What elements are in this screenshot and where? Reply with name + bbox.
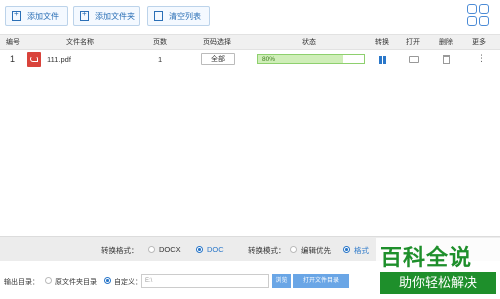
- radio-source-dir[interactable]: [45, 277, 52, 284]
- col-filename: 文件名称: [66, 39, 94, 46]
- row-pages: 1: [158, 55, 163, 64]
- more-icon[interactable]: ⋮: [477, 53, 486, 64]
- output-path-input[interactable]: E:\: [141, 274, 269, 288]
- radio-edit-priority[interactable]: [290, 246, 297, 253]
- table-row[interactable]: 1 111.pdf 1 全部 80% ⋮: [0, 50, 500, 70]
- col-range: 页码选择: [203, 39, 231, 46]
- watermark: 百科全说 助你轻松解决: [376, 238, 500, 299]
- add-file-button[interactable]: 添加文件: [5, 6, 68, 26]
- format-label: 转换格式：: [101, 246, 139, 255]
- watermark-top-text: 百科全说: [380, 245, 473, 270]
- col-status: 状态: [302, 39, 316, 46]
- toolbar: 添加文件 添加文件夹 清空列表: [0, 0, 500, 34]
- add-file-icon: [12, 9, 21, 21]
- option-custom-dir[interactable]: 自定义：: [114, 277, 142, 287]
- clear-list-button[interactable]: 清空列表: [147, 6, 210, 26]
- table-header: 编号 文件名称 页数 页码选择 状态 转换 打开 删除 更多: [0, 34, 500, 50]
- output-label: 输出目录：: [4, 279, 39, 286]
- trash-icon: [154, 11, 163, 21]
- clear-list-label: 清空列表: [169, 11, 201, 21]
- add-folder-button[interactable]: 添加文件夹: [73, 6, 140, 26]
- add-file-label: 添加文件: [27, 11, 59, 21]
- option-source-dir[interactable]: 原文件夹目录: [55, 277, 97, 287]
- option-format-priority[interactable]: 格式: [354, 245, 369, 256]
- mode-label: 转换模式：: [248, 246, 286, 255]
- delete-icon[interactable]: [443, 55, 450, 64]
- watermark-bottom-text: 助你轻松解决: [380, 272, 496, 294]
- option-docx[interactable]: DOCX: [159, 245, 181, 254]
- col-convert: 转换: [375, 39, 389, 46]
- col-index: 编号: [6, 39, 20, 46]
- radio-format-priority[interactable]: [343, 246, 350, 253]
- row-filename: 111.pdf: [47, 55, 71, 64]
- browse-button[interactable]: 浏览: [272, 274, 291, 288]
- pdf-file-icon: [27, 52, 41, 67]
- progress-text: 80%: [262, 56, 276, 63]
- col-delete: 删除: [439, 39, 453, 46]
- page-range-select[interactable]: 全部: [201, 53, 235, 65]
- folder-open-icon[interactable]: [409, 56, 419, 63]
- col-open: 打开: [406, 39, 420, 46]
- open-folder-button[interactable]: 打开文件目录: [293, 274, 349, 288]
- progress-bar: 80%: [257, 54, 365, 64]
- row-index: 1: [10, 54, 16, 64]
- radio-custom-dir[interactable]: [104, 277, 111, 284]
- option-edit-priority[interactable]: 编辑优先: [301, 245, 331, 256]
- pause-icon[interactable]: [379, 56, 386, 64]
- option-doc[interactable]: DOC: [207, 245, 224, 254]
- radio-docx[interactable]: [148, 246, 155, 253]
- add-folder-label: 添加文件夹: [95, 11, 135, 21]
- add-folder-icon: [80, 9, 89, 21]
- col-more: 更多: [472, 39, 486, 46]
- grid-view-icon[interactable]: [467, 4, 491, 28]
- radio-doc[interactable]: [196, 246, 203, 253]
- col-pages: 页数: [153, 39, 167, 46]
